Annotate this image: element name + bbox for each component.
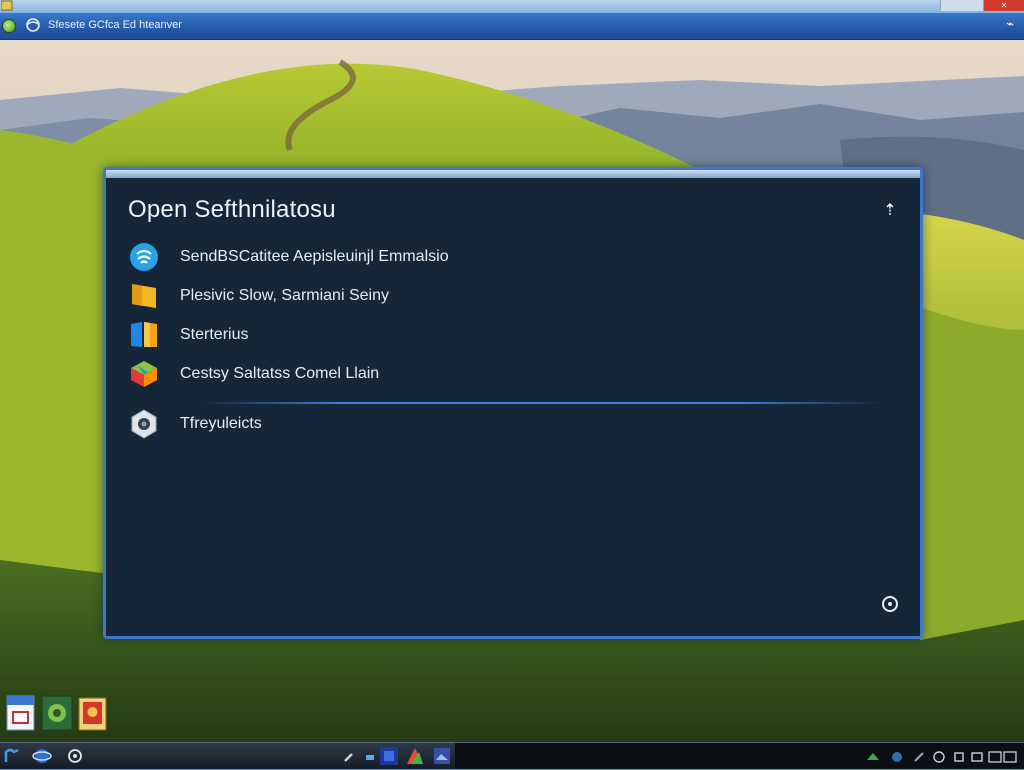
windows-flag-icon: [128, 319, 160, 351]
options-icon[interactable]: [952, 749, 966, 763]
open-dialog: Open Sefthnilatosu ⇡ SendBSCatitee Aepis…: [103, 167, 923, 639]
network-icon[interactable]: [866, 749, 880, 763]
menu-item-label: Plesivic Slow, Sarmiani Seiny: [180, 287, 389, 304]
menu-item-3[interactable]: Sterterius: [128, 318, 868, 352]
document-icon[interactable]: [6, 694, 36, 734]
menu-item-2[interactable]: Plesivic Slow, Sarmiani Seiny: [128, 279, 868, 313]
dialog-title: Open Sefthnilatosu: [128, 196, 336, 223]
menu-item-label: SendBSCatitee Aepisleuinjl Emmalsio: [180, 248, 449, 265]
menu-item-label: Cestsy Saltatss Comel Llain: [180, 365, 380, 382]
browser-icon[interactable]: [32, 746, 52, 766]
red-app-icon[interactable]: [78, 694, 108, 734]
notification-icon[interactable]: [970, 749, 984, 763]
clock-icon[interactable]: [932, 749, 946, 763]
volume-icon[interactable]: [890, 749, 904, 763]
green-app-icon[interactable]: [41, 694, 73, 734]
pen-icon[interactable]: [340, 746, 360, 766]
menu-item-label: Sterterius: [180, 326, 249, 343]
search-icon[interactable]: [66, 746, 86, 766]
menu-item-4[interactable]: Cestsy Saltatss Comel Llain: [128, 357, 868, 391]
close-button[interactable]: ✕: [983, 0, 1024, 11]
app-logo-icon: [26, 18, 40, 32]
blue-app-icon[interactable]: [379, 746, 399, 766]
camera-icon: [128, 408, 160, 440]
taskbar: [0, 742, 1024, 769]
menu-item-5[interactable]: Tfreyuleicts: [128, 407, 868, 441]
start-icon[interactable]: [2, 746, 22, 766]
dialog-title-edge: [106, 170, 920, 178]
settings-icon[interactable]: [912, 749, 926, 763]
window-title-bar: Sfesete GCfca Ed hteanver ⌁: [0, 12, 1024, 40]
settings-button[interactable]: [882, 596, 898, 612]
divider: [201, 402, 881, 404]
app-icon: [1, 0, 13, 11]
menu-item-label: Tfreyuleicts: [180, 415, 262, 432]
image-app-icon[interactable]: [432, 746, 452, 766]
window-controls: ✕: [940, 0, 1024, 11]
top-strip: ✕: [0, 0, 1024, 12]
menu-item-1[interactable]: SendBSCatitee Aepisleuinjl Emmalsio: [128, 240, 868, 274]
minimize-button[interactable]: [940, 0, 983, 11]
multicolor-app-icon[interactable]: [405, 746, 425, 766]
chat-bubble-icon: [128, 241, 160, 273]
pin-button[interactable]: ⇡: [880, 200, 900, 220]
window-title: Sfesete GCfca Ed hteanver: [48, 19, 182, 31]
color-cube-icon: [128, 358, 160, 390]
chat-icon[interactable]: [360, 746, 380, 766]
close-icon[interactable]: ⌁: [1006, 17, 1014, 32]
window-icon[interactable]: [988, 749, 1017, 763]
globe-icon[interactable]: [2, 19, 16, 33]
folder-icon: [128, 280, 160, 312]
